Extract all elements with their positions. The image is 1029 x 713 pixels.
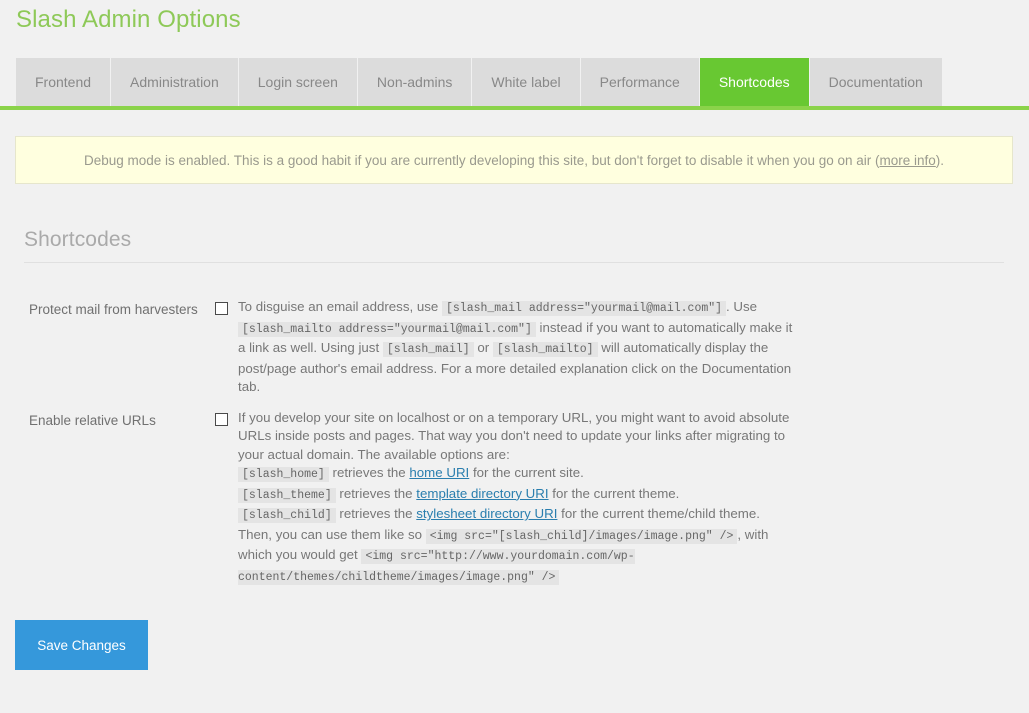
tab-non-admins[interactable]: Non-admins: [357, 58, 473, 106]
option-mid-text: retrieves the: [335, 506, 417, 521]
code-img-slash-child: <img src="[slash_child]/images/image.png…: [425, 528, 738, 544]
tab-white-label[interactable]: White label: [472, 58, 581, 106]
relative-urls-intro: If you develop your site on localhost or…: [238, 409, 790, 462]
relative-urls-text-1: Then, you can use them like so: [238, 526, 426, 542]
save-changes-button[interactable]: Save Changes: [15, 620, 148, 670]
tab-performance[interactable]: Performance: [580, 58, 700, 106]
tab-shortcodes[interactable]: Shortcodes: [699, 58, 810, 106]
checkbox-cell-relative-urls: [215, 409, 238, 426]
notice-text: Debug mode is enabled. This is a good ha…: [84, 153, 944, 168]
relative-urls-checkbox[interactable]: [215, 412, 228, 426]
relative-url-option: [slash_child] retrieves the stylesheet d…: [238, 505, 803, 526]
notice-text-before: Debug mode is enabled. This is a good ha…: [83, 152, 880, 168]
setting-label-protect-mail: Protect mail from harvesters: [29, 302, 198, 317]
section-heading: Shortcodes: [24, 228, 132, 251]
notice-text-after: ).: [935, 152, 945, 168]
code-slash-mailto-address: [slash_mailto address="yourmail@mail.com…: [238, 321, 536, 337]
relative-url-option-list: [slash_home] retrieves the home URI for …: [238, 464, 803, 526]
tab-administration[interactable]: Administration: [111, 58, 239, 106]
option-tail-text: for the current theme/child theme.: [557, 506, 760, 521]
option-mid-text: retrieves the: [328, 465, 410, 480]
checkbox-cell-protect-mail: [215, 298, 238, 315]
section-header: Shortcodes: [24, 228, 1004, 263]
option-tail-text: for the current site.: [469, 465, 584, 480]
code-slash-mail: [slash_mail]: [382, 342, 474, 357]
code-slash-child: [slash_child]: [238, 508, 336, 523]
tab-bar: Frontend Administration Login screen Non-ad…: [0, 58, 1029, 110]
tab-frontend[interactable]: Frontend: [16, 58, 112, 106]
code-slash-home: [slash_home]: [238, 467, 329, 482]
tab-strip: Frontend Administration Login screen Non-ad…: [16, 58, 942, 106]
setting-description-protect-mail: To disguise an email address, use [slash…: [238, 298, 803, 397]
setting-description-relative-urls: If you develop your site on localhost or…: [238, 409, 803, 588]
settings-list: Protect mail from harvesters To disguise…: [0, 298, 1029, 599]
option-mid-text: retrieves the: [335, 485, 417, 501]
setting-row-protect-mail: Protect mail from harvesters To disguise…: [0, 298, 1029, 397]
debug-notice: Debug mode is enabled. This is a good ha…: [15, 136, 1013, 184]
relative-url-option: [slash_theme] retrieves the template dir…: [238, 485, 803, 506]
protect-mail-text-4: or: [473, 340, 493, 355]
tab-login-screen[interactable]: Login screen: [238, 58, 358, 106]
tab-documentation[interactable]: Documentation: [809, 58, 942, 106]
relative-url-option: [slash_home] retrieves the home URI for …: [238, 464, 803, 485]
option-link[interactable]: stylesheet directory URI: [416, 506, 557, 521]
protect-mail-text-1: To disguise an email address, use: [238, 299, 442, 314]
setting-label-relative-urls: Enable relative URLs: [29, 412, 156, 428]
option-link[interactable]: home URI: [409, 465, 469, 480]
code-slash-mail-address: [slash_mail address="yourmail@mail.com"]: [442, 301, 727, 316]
code-slash-theme: [slash_theme]: [238, 487, 336, 503]
code-slash-mailto: [slash_mailto]: [492, 342, 598, 357]
option-tail-text: for the current theme.: [548, 485, 680, 501]
protect-mail-checkbox[interactable]: [215, 302, 228, 315]
protect-mail-text-2: . Use: [726, 299, 758, 314]
page-title: Slash Admin Options: [16, 6, 241, 33]
admin-options-page: Slash Admin Options Frontend Administrati…: [0, 0, 1029, 713]
section-divider: [24, 262, 1004, 263]
setting-row-relative-urls: Enable relative URLs If you develop your…: [0, 409, 1029, 588]
more-info-link[interactable]: more info: [880, 153, 936, 168]
option-link[interactable]: template directory URI: [416, 486, 548, 501]
